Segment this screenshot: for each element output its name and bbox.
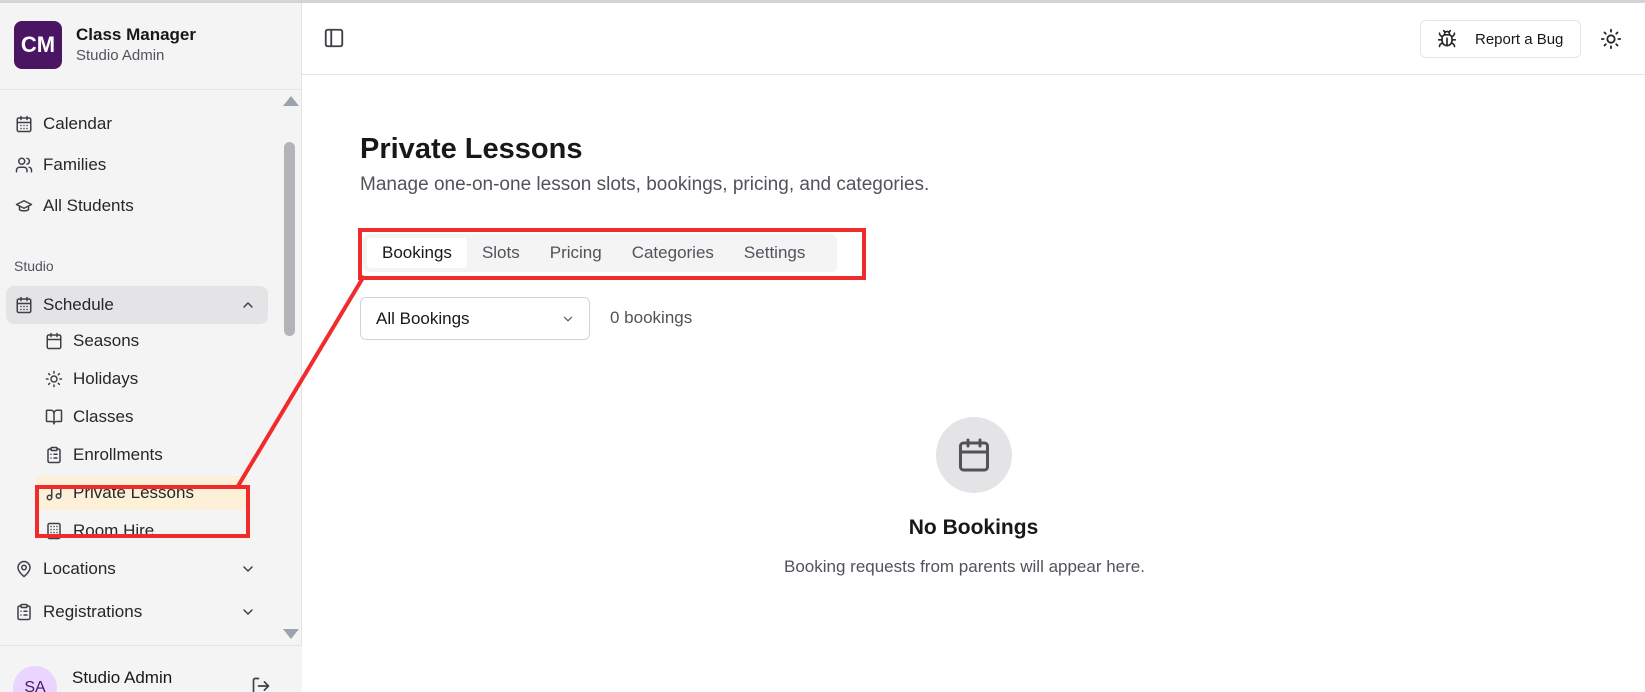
clipboard-list-icon (14, 602, 34, 622)
sidebar-item-seasons[interactable]: Seasons (36, 324, 248, 358)
bookings-filter-select[interactable]: All Bookings (360, 297, 590, 340)
scroll-thumb[interactable] (284, 142, 295, 336)
select-value: All Bookings (376, 308, 470, 328)
sidebar-item-label: Calendar (43, 114, 112, 133)
sidebar-item-label: All Students (43, 196, 134, 215)
section-label-studio: Studio (14, 258, 54, 274)
empty-state-message: Booking requests from parents will appea… (784, 557, 1145, 576)
sun-icon[interactable] (1600, 28, 1622, 50)
sidebar-item-label: Registrations (43, 602, 143, 621)
top-border (0, 0, 1645, 3)
app-role: Studio Admin (76, 47, 165, 64)
scroll-up-arrow[interactable] (283, 96, 299, 106)
brand[interactable]: CM Class Manager Studio Admin (14, 21, 196, 69)
tabs-highlight-box (358, 228, 866, 280)
report-bug-label: Report a Bug (1475, 30, 1564, 48)
calendar-icon (44, 331, 64, 351)
booking-count: 0 bookings (610, 308, 693, 327)
sidebar-item-locations[interactable]: Locations (6, 550, 268, 588)
sidebar-item-classes[interactable]: Classes (36, 400, 248, 434)
sidebar-toggle-icon[interactable] (323, 27, 345, 49)
user-footer: SA Studio Admin (0, 645, 302, 692)
user-name: Studio Admin (72, 668, 173, 687)
app-logo: CM (14, 21, 62, 69)
users-icon (14, 155, 34, 175)
sidebar-item-all-students[interactable]: All Students (6, 187, 268, 225)
sidebar: CM Class Manager Studio Admin Calendar F… (0, 0, 302, 692)
sidebar-item-label: Classes (73, 407, 134, 426)
chevron-down-icon (243, 609, 253, 616)
empty-state-title: No Bookings (908, 516, 1039, 539)
calendar-icon (959, 438, 989, 472)
chevron-down-icon (243, 566, 253, 573)
sidebar-item-label: Seasons (73, 331, 140, 350)
top-header: Report a Bug (302, 3, 1645, 75)
sidebar-item-enrollments[interactable]: Enrollments (36, 438, 248, 472)
bug-icon (1437, 29, 1457, 48)
sidebar-item-holidays[interactable]: Holidays (36, 362, 248, 396)
chevron-up-icon (243, 301, 253, 308)
avatar[interactable]: SA (13, 666, 57, 692)
map-pin-icon (14, 559, 34, 579)
page-title: Private Lessons (360, 133, 583, 165)
sidebar-item-registrations[interactable]: Registrations (6, 593, 268, 631)
sidebar-item-schedule[interactable]: Schedule (6, 286, 268, 324)
sidebar-item-label: Schedule (43, 295, 114, 314)
graduation-cap-icon (14, 196, 34, 216)
sidebar-item-calendar[interactable]: Calendar (6, 105, 268, 143)
page-subtitle: Manage one-on-one lesson slots, bookings… (360, 174, 930, 195)
sun-icon (44, 369, 64, 389)
calendar-icon (14, 295, 34, 315)
empty-state-icon-wrap (936, 417, 1012, 493)
chevron-down-icon (563, 316, 573, 322)
sidebar-item-label: Holidays (73, 369, 139, 388)
calendar-icon (14, 114, 34, 134)
sidebar-item-label: Enrollments (73, 445, 163, 464)
sidebar-nav: Calendar Families All Students Studio Sc… (0, 90, 278, 645)
report-bug-button[interactable]: Report a Bug (1420, 20, 1581, 58)
scroll-down-arrow[interactable] (283, 629, 299, 639)
sidebar-item-families[interactable]: Families (6, 146, 268, 184)
sidebar-scrollbar[interactable] (278, 90, 302, 645)
book-icon (44, 407, 64, 427)
sidebar-highlight-box (35, 485, 250, 538)
clipboard-icon (44, 445, 64, 465)
logout-icon[interactable] (251, 676, 271, 692)
sidebar-item-label: Locations (43, 559, 116, 578)
app-name: Class Manager (76, 25, 196, 44)
sidebar-item-label: Families (43, 155, 107, 174)
